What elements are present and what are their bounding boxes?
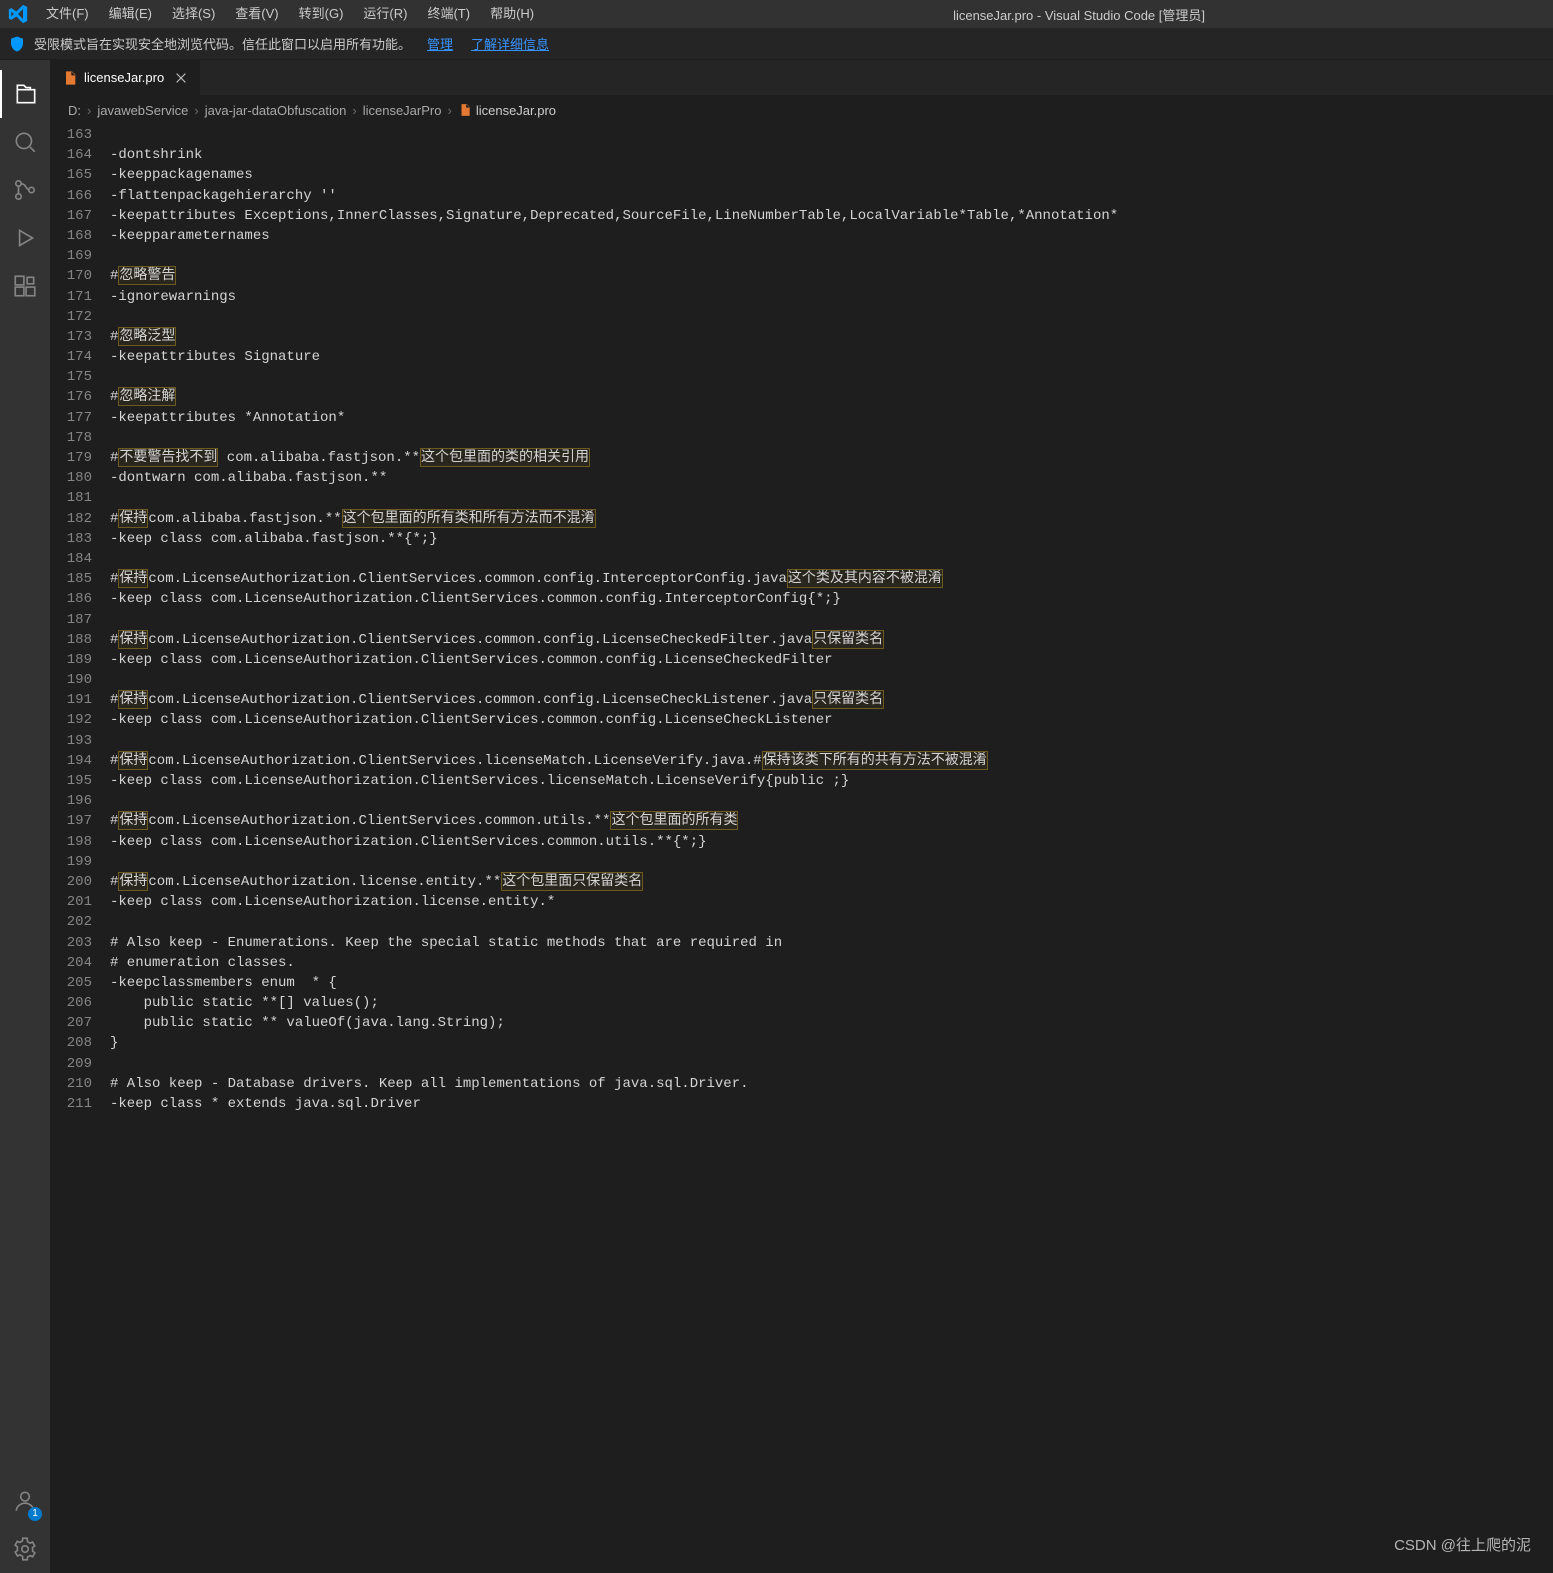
search-icon[interactable] (0, 118, 50, 166)
menu-file[interactable]: 文件(F) (36, 0, 99, 28)
restricted-mode-bar: 受限模式旨在实现安全地浏览代码。信任此窗口以启用所有功能。 管理 了解详细信息 (0, 28, 1553, 60)
tabs-row: licenseJar.pro (50, 60, 1553, 95)
settings-gear-icon[interactable] (0, 1525, 50, 1573)
bc-part[interactable]: D: (68, 103, 81, 118)
activity-bar: 1 (0, 60, 50, 1573)
file-icon (458, 103, 472, 117)
explorer-icon[interactable] (0, 70, 50, 118)
run-debug-icon[interactable] (0, 214, 50, 262)
code-content[interactable]: -dontshrink-keeppackagenames-flattenpack… (110, 125, 1553, 1573)
bc-part[interactable]: licenseJarPro (363, 103, 442, 118)
line-numbers: 1631641651661671681691701711721731741751… (50, 125, 110, 1573)
menu-help[interactable]: 帮助(H) (480, 0, 544, 28)
bc-part[interactable]: java-jar-dataObfuscation (205, 103, 347, 118)
menubar: 文件(F) 编辑(E) 选择(S) 查看(V) 转到(G) 运行(R) 终端(T… (36, 0, 953, 28)
shield-icon (8, 35, 26, 53)
restricted-mode-text: 受限模式旨在实现安全地浏览代码。信任此窗口以启用所有功能。 (34, 34, 411, 53)
bc-part[interactable]: javawebService (97, 103, 188, 118)
editor-area: licenseJar.pro D:› javawebService› java-… (50, 60, 1553, 1573)
file-icon (62, 70, 78, 86)
learn-more-link[interactable]: 了解详细信息 (471, 34, 549, 53)
close-icon[interactable] (174, 71, 188, 85)
titlebar: 文件(F) 编辑(E) 选择(S) 查看(V) 转到(G) 运行(R) 终端(T… (0, 0, 1553, 28)
source-control-icon[interactable] (0, 166, 50, 214)
extensions-icon[interactable] (0, 262, 50, 310)
accounts-badge: 1 (28, 1507, 42, 1521)
code-editor[interactable]: 1631641651661671681691701711721731741751… (50, 125, 1553, 1573)
bc-file[interactable]: licenseJar.pro (458, 103, 556, 118)
menu-terminal[interactable]: 终端(T) (417, 0, 480, 28)
window-title: licenseJar.pro - Visual Studio Code [管理员… (953, 5, 1545, 24)
menu-view[interactable]: 查看(V) (225, 0, 288, 28)
menu-selection[interactable]: 选择(S) (162, 0, 225, 28)
watermark: CSDN @往上爬的泥 (1394, 1534, 1531, 1555)
accounts-icon[interactable]: 1 (0, 1477, 50, 1525)
manage-link[interactable]: 管理 (427, 34, 453, 53)
tab-label: licenseJar.pro (84, 70, 164, 85)
tab-licensejar-pro[interactable]: licenseJar.pro (50, 60, 200, 95)
vscode-icon (8, 4, 28, 24)
breadcrumb[interactable]: D:› javawebService› java-jar-dataObfusca… (50, 95, 1553, 125)
menu-go[interactable]: 转到(G) (289, 0, 354, 28)
menu-edit[interactable]: 编辑(E) (99, 0, 162, 28)
menu-run[interactable]: 运行(R) (353, 0, 417, 28)
